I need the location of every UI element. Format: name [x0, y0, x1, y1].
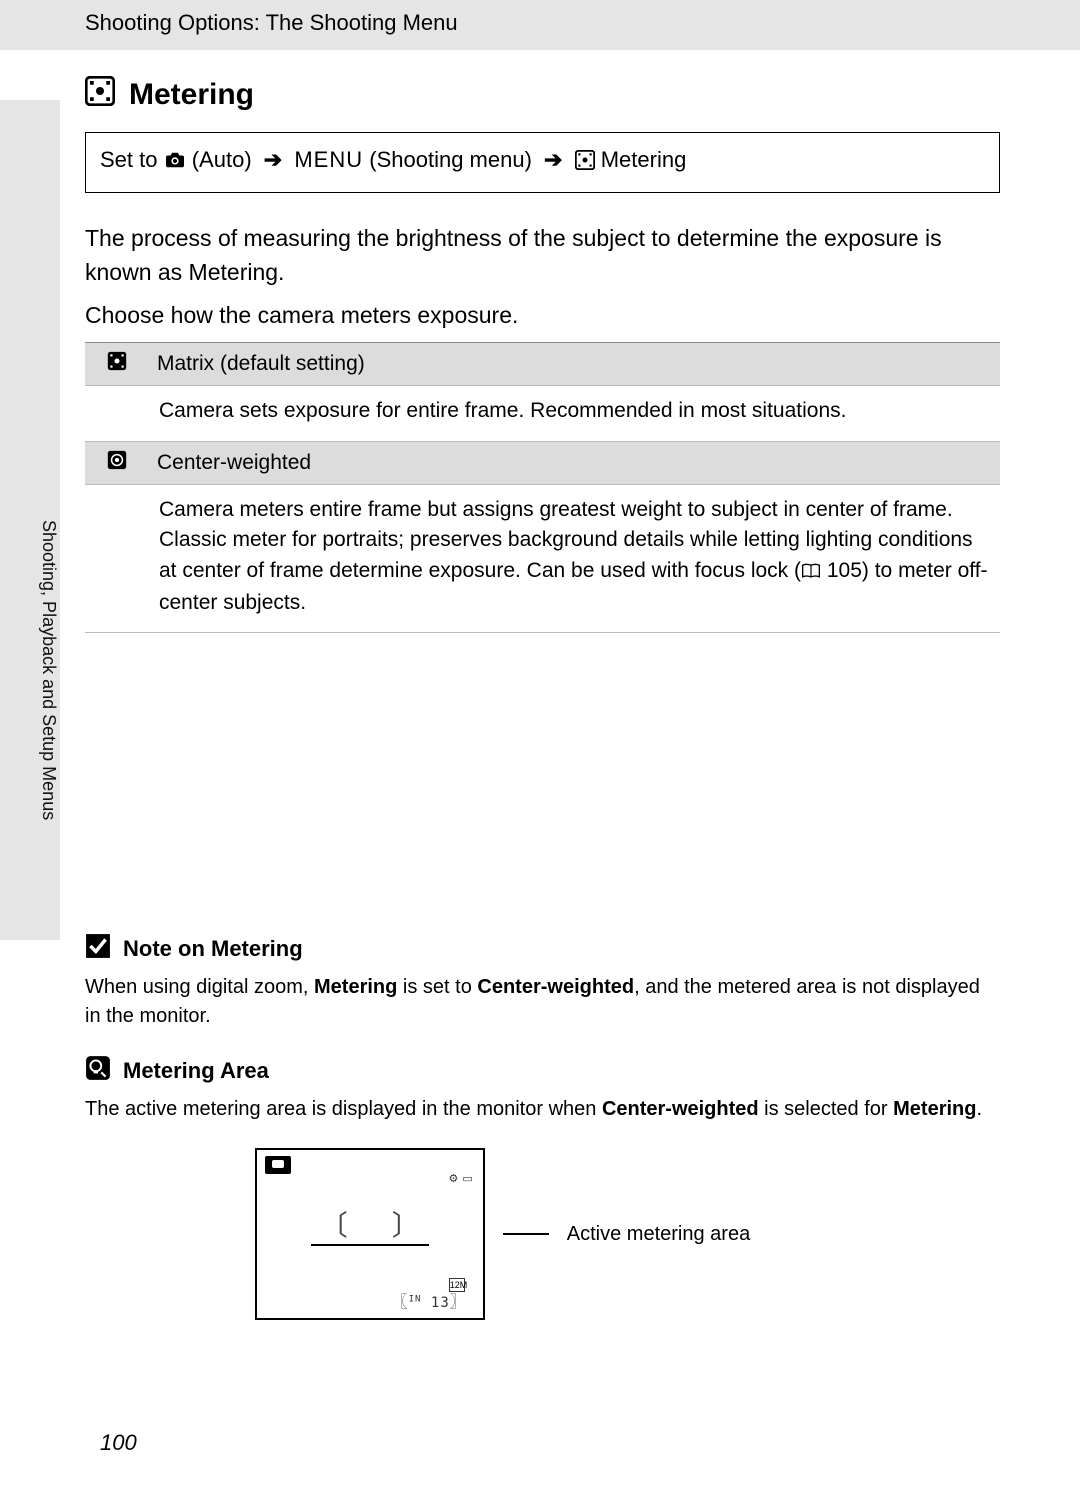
- note-title-row: Note on Metering: [85, 933, 1000, 965]
- camera-icon: [164, 147, 192, 172]
- callout-text: Active metering area: [567, 1223, 750, 1246]
- note-title: Note on Metering: [123, 936, 303, 962]
- info-title-row: Metering Area: [85, 1055, 1000, 1087]
- matrix-icon: [97, 351, 137, 377]
- nav-menu-desc: (Shooting menu): [369, 147, 532, 172]
- nav-dest: Metering: [601, 147, 687, 172]
- center-weighted-icon: [97, 450, 137, 476]
- page-title-row: Metering: [85, 76, 1000, 114]
- option-name: Matrix (default setting): [157, 352, 365, 376]
- option-desc-matrix: Camera sets exposure for entire frame. R…: [85, 386, 1000, 441]
- book-icon: [801, 558, 821, 588]
- count-label: 13: [431, 1295, 450, 1311]
- side-label: Shooting, Playback and Setup Menus: [38, 520, 59, 820]
- intro-paragraph-1: The process of measuring the brightness …: [85, 221, 1000, 290]
- monitor-top-icons: ⚙ ▭: [449, 1172, 473, 1185]
- arrow-icon: ➔: [264, 147, 282, 172]
- monitor-mode-icon: [265, 1156, 291, 1174]
- in-label: IN: [409, 1295, 422, 1305]
- note-bold-2: Center-weighted: [477, 976, 634, 998]
- info-text: The active metering area is displayed in…: [85, 1095, 1000, 1124]
- info-post: .: [976, 1098, 982, 1120]
- nav-auto: (Auto): [192, 147, 252, 172]
- metering-matrix-icon: [85, 76, 115, 114]
- nav-prefix: Set to: [100, 147, 157, 172]
- page: Shooting Options: The Shooting Menu Shoo…: [0, 0, 1080, 1486]
- info-mid: is selected for: [759, 1098, 894, 1120]
- info-bold-1: Center-weighted: [602, 1098, 759, 1120]
- info-bold-2: Metering: [893, 1098, 976, 1120]
- page-ref: 105: [827, 559, 862, 582]
- metering-underline: [311, 1244, 429, 1246]
- section-header: Shooting Options: The Shooting Menu: [0, 0, 1080, 50]
- bracket-right: 〕: [392, 1204, 420, 1244]
- options-table: Matrix (default setting) Camera sets exp…: [85, 342, 1000, 633]
- note-block: Note on Metering When using digital zoom…: [85, 933, 1000, 1320]
- info-lightbulb-icon: [85, 1055, 111, 1087]
- navigation-path-box: Set to (Auto) ➔ MENU (Shooting menu) ➔ M…: [85, 132, 1000, 193]
- info-title: Metering Area: [123, 1058, 269, 1084]
- monitor-bottom-text: 〖IN 13〗: [392, 1288, 467, 1312]
- single-icon: ▭: [462, 1172, 472, 1185]
- note-text: When using digital zoom, Metering is set…: [85, 973, 1000, 1031]
- intro-paragraph-2: Choose how the camera meters exposure.: [85, 298, 1000, 333]
- callout-line: [503, 1233, 549, 1235]
- monitor-callout-row: ⚙ ▭ 〔 〕 12M 〖IN 13〗 Active metering area: [5, 1148, 1000, 1320]
- page-number: 100: [100, 1430, 137, 1456]
- note-bold-1: Metering: [314, 976, 397, 998]
- arrow-icon: ➔: [544, 147, 562, 172]
- bracket-left: 〔: [320, 1204, 348, 1244]
- note-pre: When using digital zoom,: [85, 976, 314, 998]
- vr-icon: ⚙: [449, 1172, 459, 1185]
- option-row-header-matrix: Matrix (default setting): [85, 343, 1000, 386]
- metering-brackets: 〔 〕: [320, 1204, 420, 1244]
- option-row-header-center: Center-weighted: [85, 442, 1000, 485]
- nav-menu-word: MENU: [294, 147, 363, 172]
- metering-icon-small: [575, 147, 601, 172]
- option-desc-center: Camera meters entire frame but assigns g…: [85, 485, 1000, 634]
- content-area: Metering Set to (Auto) ➔ MENU (Shooting …: [85, 50, 1000, 1320]
- page-title: Metering: [129, 78, 254, 112]
- breadcrumb: Shooting Options: The Shooting Menu: [85, 10, 458, 35]
- monitor-illustration: ⚙ ▭ 〔 〕 12M 〖IN 13〗: [255, 1148, 485, 1320]
- note-mid: is set to: [397, 976, 477, 998]
- note-checkbox-icon: [85, 933, 111, 965]
- info-pre: The active metering area is displayed in…: [85, 1098, 602, 1120]
- option-name: Center-weighted: [157, 451, 311, 475]
